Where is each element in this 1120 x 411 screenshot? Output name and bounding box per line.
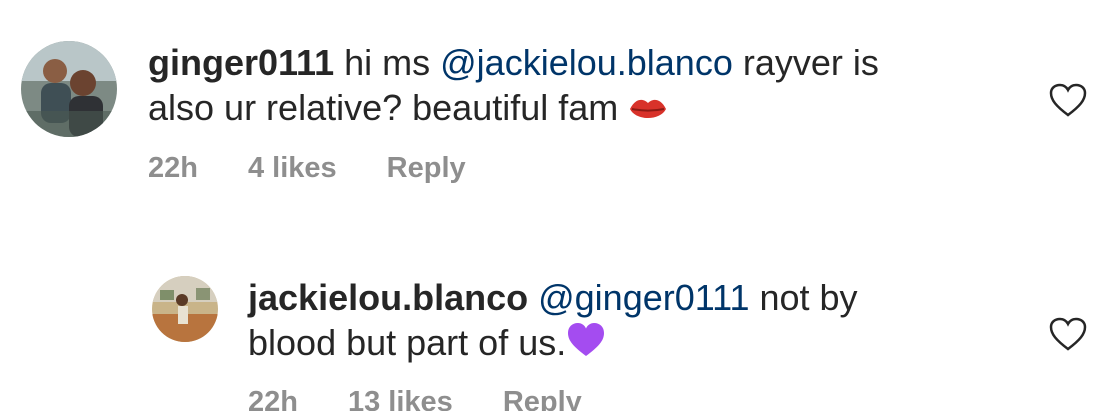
likes-count[interactable]: 4 likes <box>248 152 337 185</box>
mention-link[interactable]: @ginger0111 <box>538 277 749 318</box>
comment-text-part: rayver is <box>732 42 879 83</box>
reply-button[interactable]: Reply <box>387 152 466 185</box>
comment-text-part <box>528 277 538 318</box>
avatar-photo-icon <box>21 41 117 137</box>
purple-heart-icon <box>566 322 606 368</box>
comment-body: ginger0111 hi ms @jackielou.blanco rayve… <box>148 40 988 133</box>
kiss-lips-icon <box>628 88 668 133</box>
comment-text-part: hi ms <box>334 42 441 83</box>
comment-time: 22h <box>148 152 198 184</box>
comment-meta: 22h 4 likes Reply <box>148 152 466 185</box>
like-heart-icon[interactable] <box>1048 316 1088 352</box>
mention-link[interactable]: @jackielou.blanco <box>440 42 733 83</box>
like-heart-icon[interactable] <box>1048 82 1088 118</box>
comment-username[interactable]: jackielou.blanco <box>248 277 528 318</box>
comment-text-part: not by <box>749 277 858 318</box>
comment-time: 22h <box>248 386 298 411</box>
comment-text-line: blood but part of us. <box>248 322 567 363</box>
avatar[interactable] <box>152 276 218 342</box>
avatar[interactable] <box>21 41 117 137</box>
reply-button[interactable]: Reply <box>503 386 582 411</box>
avatar-photo-icon <box>152 276 218 342</box>
comment-username[interactable]: ginger0111 <box>148 42 334 83</box>
reply-body: jackielou.blanco @ginger0111 not by bloo… <box>248 275 1008 368</box>
comment-thread: ginger0111 hi ms @jackielou.blanco rayve… <box>0 0 1120 411</box>
likes-count[interactable]: 13 likes <box>348 386 453 411</box>
comment-text-line: also ur relative? beautiful fam <box>148 87 629 128</box>
reply-meta: 22h 13 likes Reply <box>248 386 582 411</box>
